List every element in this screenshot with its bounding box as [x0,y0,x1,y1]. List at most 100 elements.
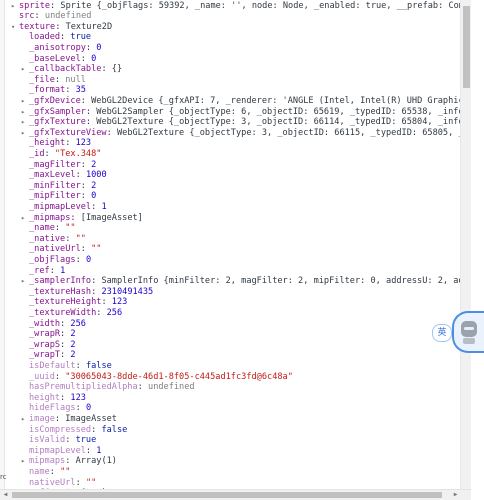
key-value-separator: : [137,382,149,393]
collapse-arrow-icon[interactable]: ▾ [11,22,19,33]
horizontal-scroll-thumb[interactable] [12,492,442,498]
expand-arrow-icon[interactable]: ▸ [21,107,29,118]
property-row: _height: 123 [21,138,91,149]
key-value-separator: : [60,329,71,340]
key-value-separator: : [85,117,97,128]
property-row[interactable]: ▸ _gfxTextureView: WebGL2Texture {_object… [21,128,460,139]
expand-arrow-icon[interactable]: ▸ [21,117,29,128]
key-value-separator: : [91,424,102,435]
property-key: _file [29,74,55,85]
property-row[interactable]: ▸ image: ImageAsset [21,414,117,425]
expand-arrow-icon[interactable]: ▸ [21,128,29,139]
key-value-separator: : [60,392,71,403]
property-row[interactable]: ▸ _samplerInfo: SamplerInfo {minFilter: 2… [21,276,460,287]
key-value-separator: : [75,360,86,371]
property-value: 123 [70,392,86,403]
property-key: _textureHeight [29,297,102,308]
property-key: _minFilter [29,180,81,191]
property-key: _anisotropy [29,42,86,53]
property-value: WebGL2Sampler {_objectType: 6, _objectID… [96,106,460,117]
property-value: Array(1) [75,456,117,467]
property-value: WebGL2Texture {_objectType: 3, _objectID… [96,117,460,128]
property-row[interactable]: ▸ _mipmaps: [ImageAsset] [21,213,143,224]
property-key: height [29,392,61,403]
property-value: 35 [75,85,86,96]
key-value-separator: : [106,127,117,138]
key-value-separator: : [44,148,55,159]
property-key: _format [29,85,66,96]
ime-language-badge[interactable]: 英 [432,324,452,342]
property-key: texture [19,21,56,32]
property-row: _objFlags: 0 [21,255,91,266]
property-key: _native [29,233,66,244]
property-key: loaded [29,32,61,43]
property-key: _gfxSampler [29,106,86,117]
property-key: _id [29,148,45,159]
horizontal-scrollbar[interactable]: ◀ ▶ [0,489,471,500]
property-row[interactable]: ▾ texture: Texture2D [11,22,112,33]
assistant-robot-icon[interactable] [452,311,484,353]
property-value: 0 [85,403,92,414]
key-value-separator: : [60,339,71,350]
property-key: _objFlags [29,254,76,265]
property-key: isCompressed [29,424,92,435]
key-value-separator: : [80,180,92,191]
key-value-separator: : [60,318,71,329]
expand-arrow-icon[interactable]: ▸ [11,1,19,12]
key-value-separator: : [34,11,45,22]
property-value: "30065043-8dde-46d1-8f05-c445ad1fc3fd@6c… [65,371,293,382]
key-value-separator: : [65,435,76,446]
property-key: _gfxDevice [29,95,81,106]
property-row: isValid: true [21,435,96,446]
key-value-separator: : [49,265,61,276]
property-row: height: 123 [21,393,86,404]
property-key: _maxLevel [29,170,76,181]
property-row[interactable]: ▸ _gfxDevice: WebGL2Device {_gfxAPI: 7, _… [21,96,460,107]
property-value: SamplerInfo {minFilter: 2, magFilter: 2,… [101,276,460,287]
key-value-separator: : [91,201,102,212]
property-value: ImageAsset [65,413,117,424]
property-value: Texture2D [65,21,113,32]
key-value-separator: : [80,53,92,64]
key-value-separator: : [91,276,102,287]
property-row[interactable]: ▸ _gfxTexture: WebGL2Texture {_objectType… [21,117,460,128]
scroll-right-icon[interactable]: ▶ [451,491,460,499]
key-value-separator: : [80,191,92,202]
expand-arrow-icon[interactable]: ▸ [21,213,29,224]
property-key: mipmapLevel [29,445,86,456]
expand-arrow-icon[interactable]: ▸ [21,276,29,287]
property-key: _mipmaps [29,212,71,223]
right-edge-strip [471,0,484,499]
property-value: 2310491435 [101,286,154,297]
key-value-separator: : [70,212,81,223]
property-key: _wrapT [29,350,61,361]
property-row[interactable]: ▸ sprite: Sprite {_objFlags: 59392, _name… [11,1,460,12]
property-key: _height [29,138,66,149]
property-row[interactable]: ▸ mipmaps: Array(1) [21,456,117,467]
property-key: isValid [29,435,66,446]
key-value-separator: : [49,466,61,477]
property-row[interactable]: ▸ _callbackTable: {} [21,64,122,75]
property-row[interactable]: ▸ _gfxSampler: WebGL2Sampler {_objectType… [21,107,460,118]
property-key: _mipFilter [29,191,81,202]
property-row: isDefault: false [21,361,112,372]
key-value-separator: : [85,42,97,53]
expand-arrow-icon[interactable]: ▸ [21,456,29,467]
vertical-scroll-thumb[interactable] [463,6,470,88]
property-value: 1000 [85,170,107,181]
key-value-separator: : [75,170,86,181]
expand-arrow-icon[interactable]: ▸ [21,414,29,425]
property-row: _anisotropy: 0 [21,43,101,54]
property-row: _ref: 1 [21,266,65,277]
property-value: 0 [91,53,97,64]
scroll-left-icon[interactable]: ◀ [1,491,10,499]
expand-arrow-icon[interactable]: ▸ [21,64,29,75]
property-value: 1 [101,201,107,212]
property-row: src: undefined [11,11,91,22]
property-key: _name [29,223,55,234]
key-value-separator: : [65,456,76,467]
property-row: _id: "Tex.348" [21,149,101,160]
expand-arrow-icon[interactable]: ▸ [21,96,29,107]
property-key: _wrapS [29,339,61,350]
property-value: [ImageAsset] [80,212,143,223]
